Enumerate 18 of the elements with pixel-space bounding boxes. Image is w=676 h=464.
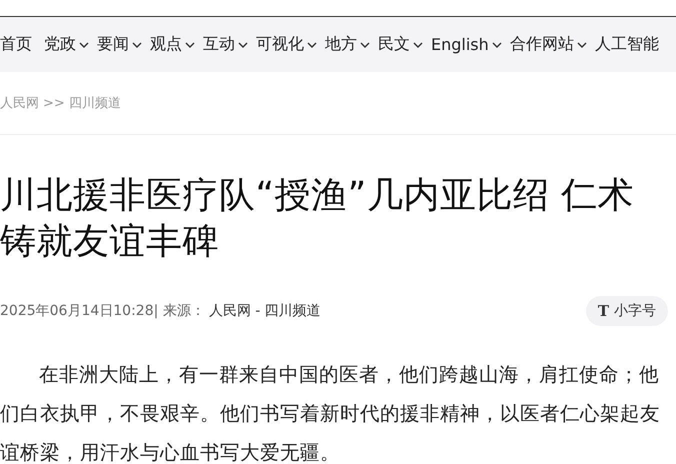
nav-link[interactable]: 党政 [44, 34, 89, 55]
font-size-button[interactable]: T 小字号 [586, 296, 668, 326]
nav-link[interactable]: 互动 [203, 34, 248, 55]
source-label: | 来源： [154, 302, 205, 320]
breadcrumb-separator: >> [43, 96, 65, 110]
nav-link[interactable]: 观点 [150, 34, 195, 55]
source-name: 人民网 - 四川频道 [208, 302, 321, 320]
nav-link[interactable]: English [431, 35, 502, 54]
nav-link[interactable]: 首页 [0, 34, 32, 55]
text-size-icon: T [598, 302, 609, 320]
nav-link[interactable]: 要闻 [97, 34, 142, 55]
nav-link[interactable]: 可视化 [256, 34, 317, 55]
nav-link[interactable]: 合作网站 [510, 34, 587, 55]
nav-link[interactable]: 地方 [325, 34, 370, 55]
article-paragraph: 在非洲大陆上，有一群来自中国的医者，他们跨越山海，肩扛使命；他们白衣执甲，不畏艰辛。他们书写着新时代的援非精神，以医者仁心架起友谊桥梁，用汗水与心血书写大爱无疆。 [0, 362, 661, 464]
nav-link[interactable]: 民文 [378, 34, 423, 55]
nav-link[interactable]: 人工智能 [594, 34, 659, 55]
publish-date: 2025年06月14日10:28 [0, 302, 154, 320]
